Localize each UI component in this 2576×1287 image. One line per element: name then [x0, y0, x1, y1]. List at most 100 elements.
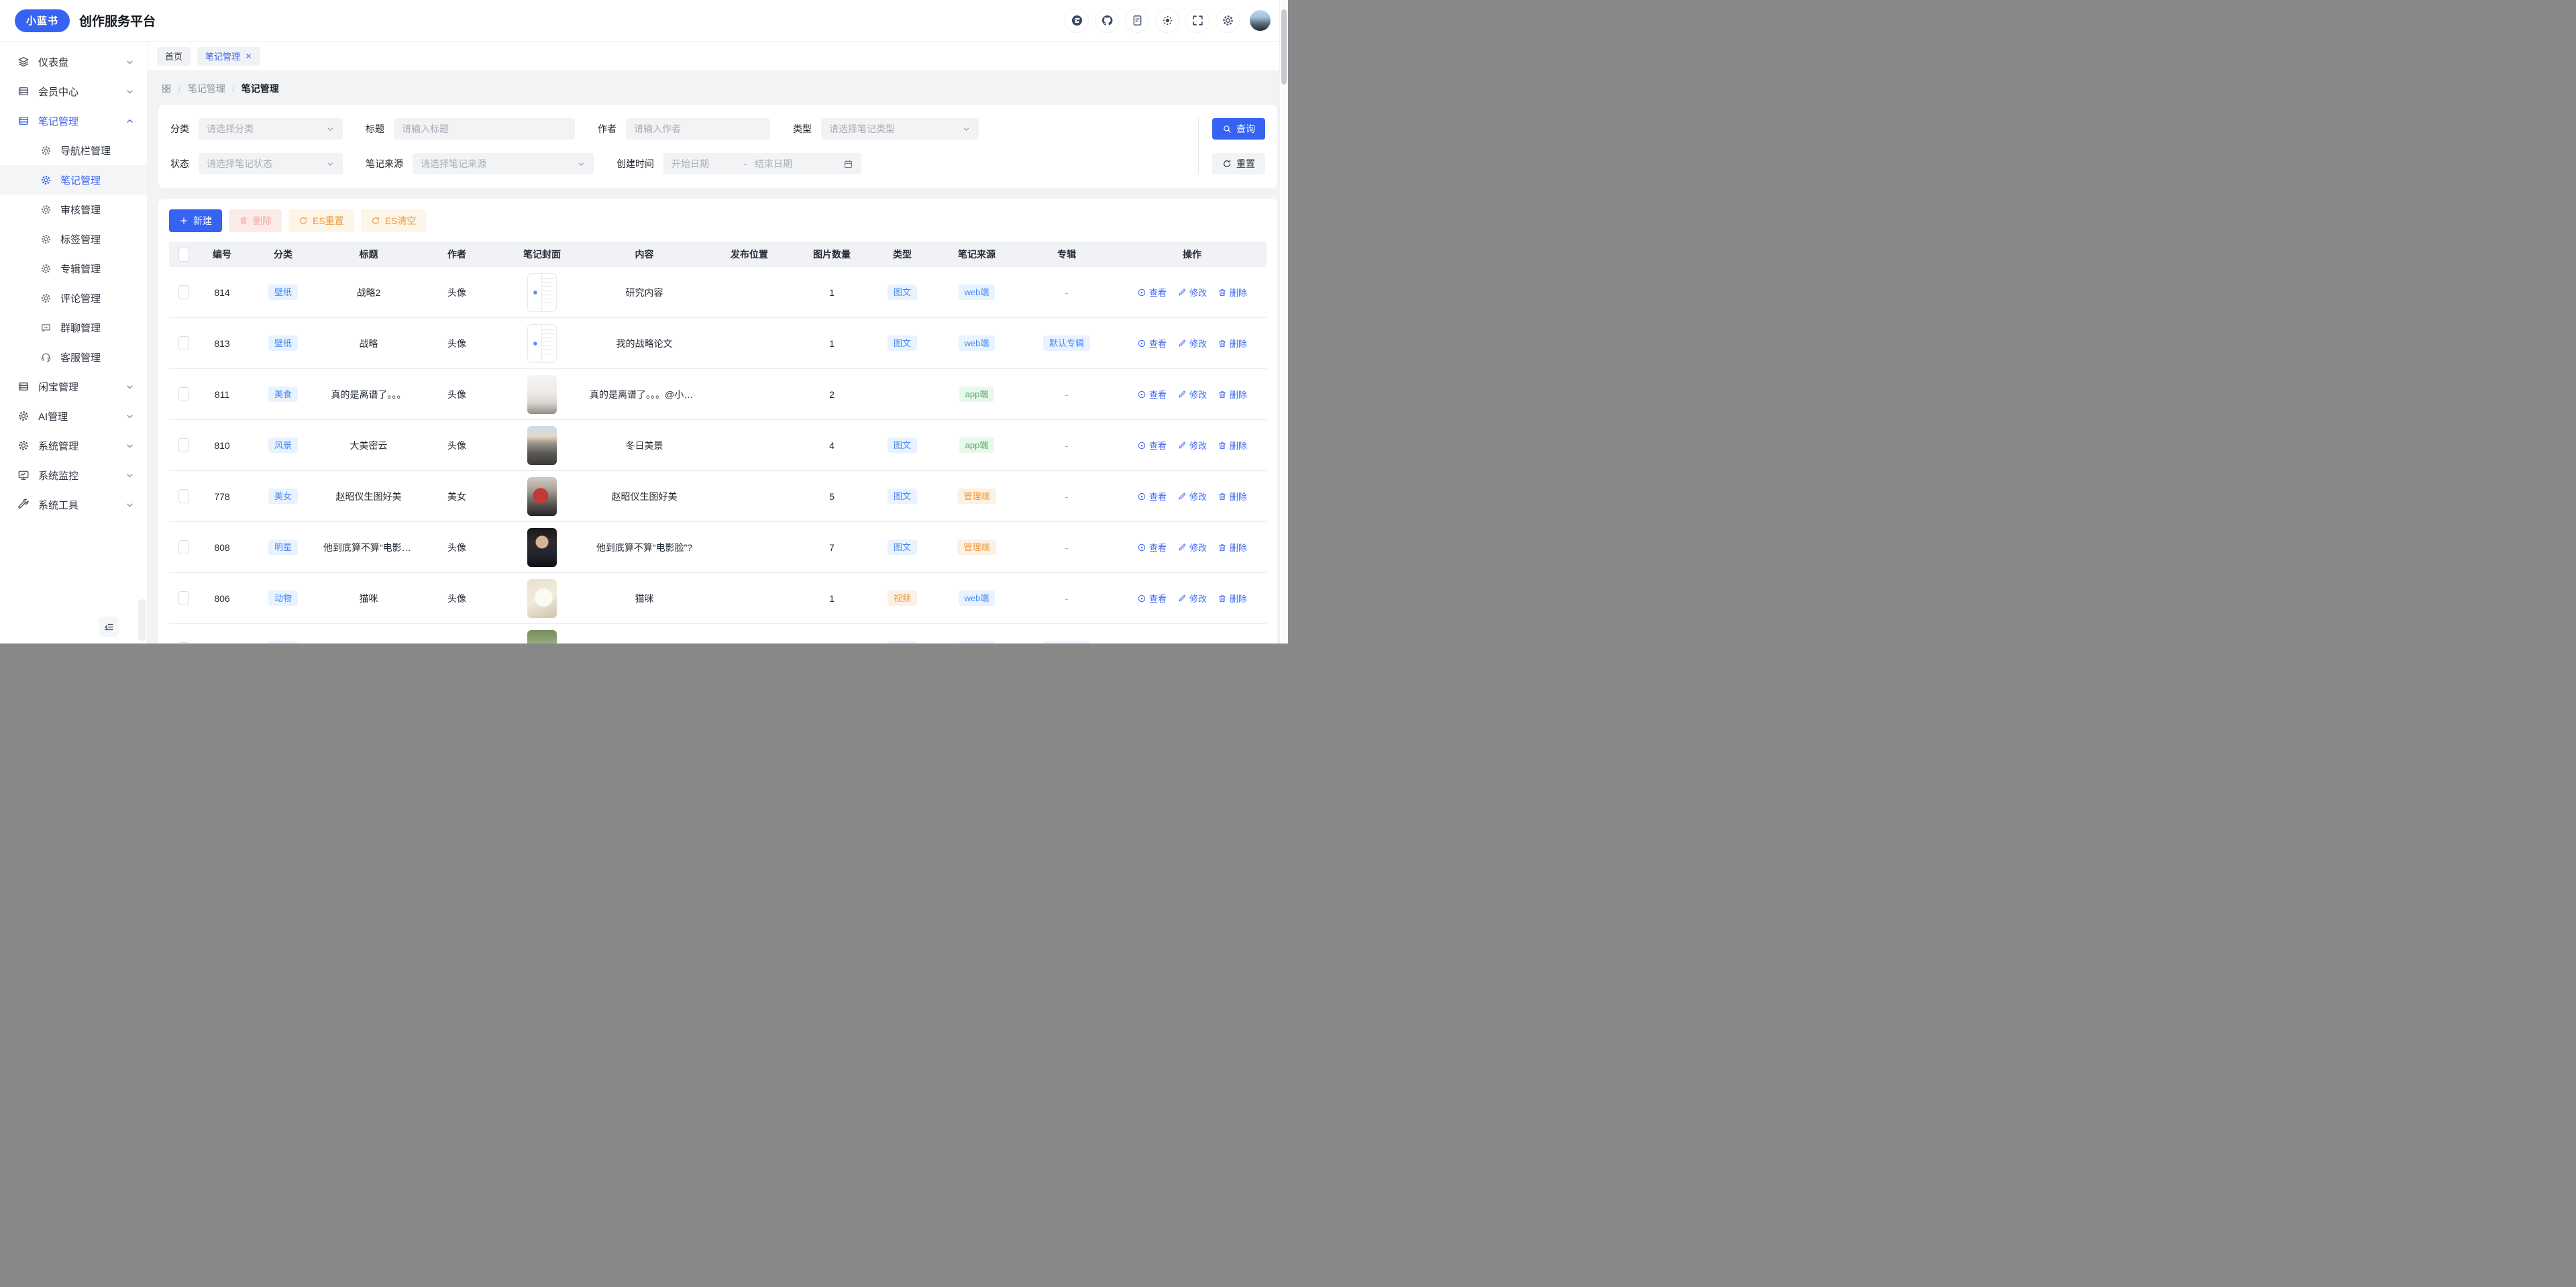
- cell-title: 战略: [321, 337, 417, 350]
- delete-link[interactable]: 删除: [1218, 388, 1247, 401]
- tab[interactable]: 首页: [157, 47, 191, 66]
- tab[interactable]: 笔记管理: [197, 47, 260, 66]
- page-scrollbar-thumb[interactable]: [1281, 9, 1287, 85]
- page-scrollbar[interactable]: [1279, 0, 1288, 644]
- cell-type: 图文: [867, 539, 938, 555]
- note-cover-image[interactable]: [527, 426, 557, 465]
- view-link[interactable]: 查看: [1137, 541, 1167, 554]
- edit-link[interactable]: 修改: [1177, 541, 1207, 554]
- fullscreen-button[interactable]: [1185, 9, 1210, 33]
- view-link[interactable]: 查看: [1137, 337, 1167, 350]
- sidebar-item-label: 系统监控: [38, 468, 116, 482]
- type-select[interactable]: 请选择笔记类型: [821, 118, 979, 140]
- delete-link[interactable]: 删除: [1218, 541, 1247, 554]
- edit-link[interactable]: 修改: [1177, 592, 1207, 605]
- new-button[interactable]: 新建: [169, 209, 222, 232]
- sidebar-item[interactable]: 仪表盘: [0, 47, 147, 76]
- header-actions: [1065, 9, 1271, 33]
- sidebar-item[interactable]: 会员中心: [0, 76, 147, 106]
- delete-link[interactable]: 删除: [1218, 286, 1247, 299]
- breadcrumb-item[interactable]: 笔记管理: [188, 82, 225, 95]
- view-link[interactable]: 查看: [1137, 490, 1167, 503]
- view-link[interactable]: 查看: [1137, 439, 1167, 452]
- reset-button[interactable]: 重置: [1212, 153, 1265, 174]
- sidebar-collapse-button[interactable]: [99, 617, 119, 637]
- edit-link[interactable]: 修改: [1177, 286, 1207, 299]
- search-button[interactable]: 查询: [1212, 118, 1265, 140]
- sidebar-item[interactable]: 群聊管理: [0, 313, 147, 342]
- select-all-checkbox[interactable]: [178, 248, 189, 262]
- title-input[interactable]: [394, 118, 575, 140]
- status-badge: web端: [959, 336, 996, 351]
- sidebar-item[interactable]: 评论管理: [0, 283, 147, 313]
- sidebar-item[interactable]: 笔记管理: [0, 106, 147, 136]
- sidebar-item[interactable]: 客服管理: [0, 342, 147, 372]
- note-cover-image[interactable]: [527, 324, 557, 363]
- sidebar-item[interactable]: 系统监控: [0, 460, 147, 490]
- cell-author: 头像: [417, 643, 497, 644]
- edit-link[interactable]: 修改: [1177, 337, 1207, 350]
- edit-link[interactable]: 修改: [1177, 643, 1207, 644]
- github-button[interactable]: [1095, 9, 1119, 33]
- sidebar-item[interactable]: 导航栏管理: [0, 136, 147, 165]
- note-cover-image[interactable]: [527, 477, 557, 516]
- es-clear-button[interactable]: ES清空: [361, 209, 427, 232]
- sidebar-scrollbar-thumb[interactable]: [138, 599, 146, 641]
- cell-content: 研究内容: [587, 286, 702, 299]
- delete-button[interactable]: 删除: [229, 209, 282, 232]
- row-checkbox[interactable]: [178, 540, 189, 554]
- sidebar-item[interactable]: 标签管理: [0, 224, 147, 254]
- close-icon[interactable]: [245, 52, 252, 60]
- edit-link[interactable]: 修改: [1177, 490, 1207, 503]
- sidebar-item[interactable]: AI管理: [0, 401, 147, 431]
- note-cover-image[interactable]: [527, 375, 557, 414]
- view-link[interactable]: 查看: [1137, 286, 1167, 299]
- status-select[interactable]: 请选择笔记状态: [199, 153, 343, 174]
- eye-icon: [1137, 594, 1146, 603]
- sidebar-item[interactable]: 笔记管理: [0, 165, 147, 195]
- category-select[interactable]: 请选择分类: [199, 118, 343, 140]
- sidebar-item[interactable]: 闲宝管理: [0, 372, 147, 401]
- sidebar-item[interactable]: 系统管理: [0, 431, 147, 460]
- delete-link[interactable]: 删除: [1218, 490, 1247, 503]
- row-checkbox[interactable]: [178, 336, 189, 350]
- edit-link[interactable]: 修改: [1177, 439, 1207, 452]
- source-select[interactable]: 请选择笔记来源: [413, 153, 594, 174]
- view-link[interactable]: 查看: [1137, 388, 1167, 401]
- row-checkbox[interactable]: [178, 387, 189, 401]
- author-input[interactable]: [626, 118, 770, 140]
- es-reset-button[interactable]: ES重置: [288, 209, 354, 232]
- theme-toggle-button[interactable]: [1155, 9, 1179, 33]
- sidebar-item[interactable]: 审核管理: [0, 195, 147, 224]
- delete-link[interactable]: 删除: [1218, 337, 1247, 350]
- view-link[interactable]: 查看: [1137, 592, 1167, 605]
- note-cover-image[interactable]: [527, 579, 557, 618]
- sidebar-item[interactable]: 系统工具: [0, 490, 147, 519]
- docs-button[interactable]: [1125, 9, 1149, 33]
- note-cover-image[interactable]: [527, 630, 557, 644]
- delete-link[interactable]: 删除: [1218, 592, 1247, 605]
- row-checkbox[interactable]: [178, 591, 189, 605]
- delete-link[interactable]: 删除: [1218, 439, 1247, 452]
- row-checkbox[interactable]: [178, 642, 189, 644]
- delete-link[interactable]: 删除: [1218, 643, 1247, 644]
- gitee-button[interactable]: [1065, 9, 1089, 33]
- table-row: 811 美食 真的是离谱了。。。 头像 真的是离谱了。。。@小红薯sg... 2…: [169, 369, 1267, 420]
- view-link[interactable]: 查看: [1137, 643, 1167, 644]
- sidebar-item[interactable]: 专辑管理: [0, 254, 147, 283]
- row-checkbox[interactable]: [178, 438, 189, 452]
- edit-link[interactable]: 修改: [1177, 388, 1207, 401]
- note-cover-image[interactable]: [527, 528, 557, 567]
- created-daterange[interactable]: 开始日期 - 结束日期: [663, 153, 861, 174]
- row-checkbox[interactable]: [178, 285, 189, 299]
- user-avatar[interactable]: [1250, 10, 1271, 31]
- refresh-icon: [1222, 159, 1232, 168]
- app-logo[interactable]: 小蓝书: [15, 9, 70, 32]
- settings-button[interactable]: [1216, 9, 1240, 33]
- note-cover-image[interactable]: [527, 273, 557, 312]
- select-placeholder: 请选择笔记状态: [207, 157, 272, 170]
- grid-icon[interactable]: [161, 83, 172, 94]
- row-checkbox[interactable]: [178, 489, 189, 503]
- cell-cover: [497, 273, 587, 312]
- trash-icon: [1218, 339, 1227, 348]
